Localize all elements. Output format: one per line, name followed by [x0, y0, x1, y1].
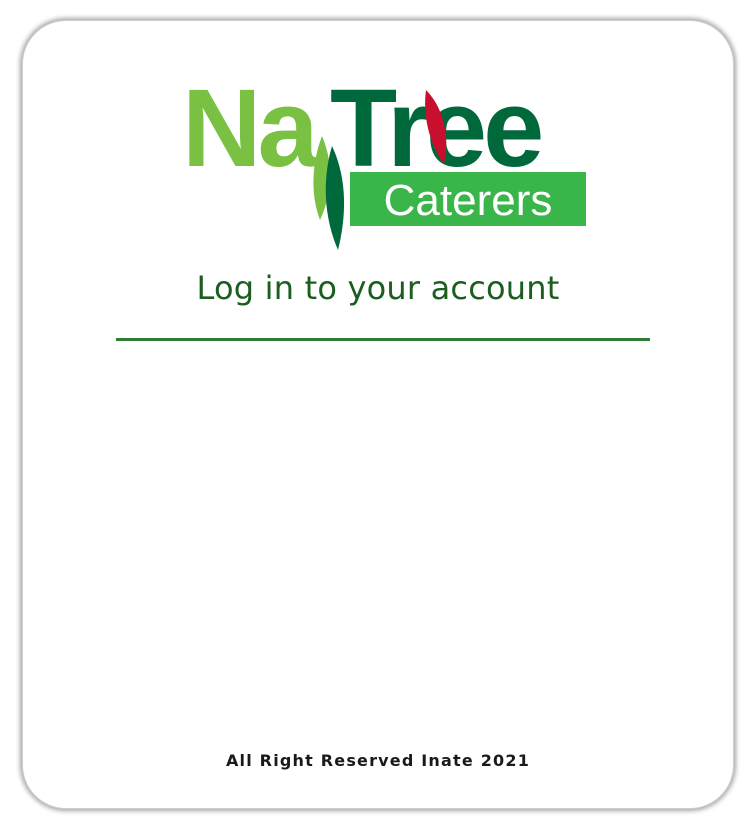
- logo-subtitle: Caterers: [384, 176, 553, 225]
- heading-divider: [116, 338, 650, 341]
- natree-caterers-logo: Na Tree Caterers: [182, 68, 588, 252]
- copyright-footer: All Right Reserved Inate 2021: [225, 751, 531, 770]
- logo-text-na: Na: [182, 68, 319, 190]
- page-title: Log in to your account: [196, 269, 560, 307]
